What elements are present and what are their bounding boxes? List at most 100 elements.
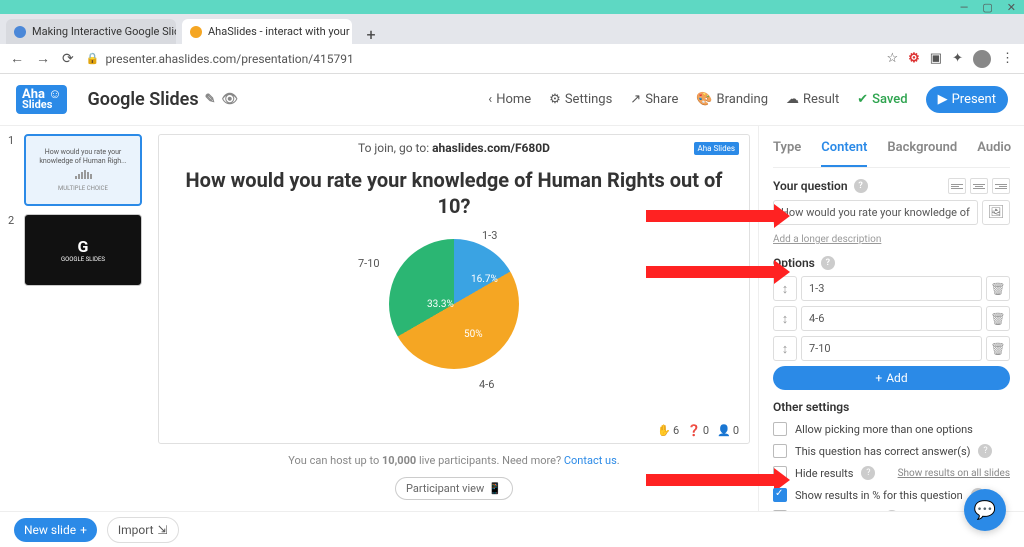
- drag-handle-icon[interactable]: ↕: [773, 336, 797, 361]
- bottom-toolbar: New slide+ Import⇲: [0, 511, 1024, 547]
- image-button[interactable]: 🖼: [982, 200, 1010, 225]
- reload-button[interactable]: ⟳: [62, 51, 74, 67]
- checkbox[interactable]: [773, 444, 787, 458]
- checkbox[interactable]: [773, 422, 787, 436]
- help-icon: ❓: [687, 424, 701, 437]
- phone-icon: 📱: [488, 482, 502, 495]
- slide-thumbnail-2[interactable]: G GOOGLE SLIDES: [24, 214, 142, 286]
- toolbar-icons: ☆ ⚙ ▣ ✦ ⋮: [886, 50, 1014, 68]
- other-settings-label: Other settings: [773, 400, 1010, 414]
- canvas-area: To join, go to: ahaslides.com/F680D Aha …: [150, 126, 758, 511]
- properties-panel: Type Content Background Audio Your quest…: [758, 126, 1024, 511]
- gear-icon: ⚙: [549, 92, 561, 107]
- contact-link[interactable]: Contact us: [564, 454, 617, 467]
- forward-button[interactable]: →: [36, 50, 50, 67]
- help-icon[interactable]: ?: [885, 510, 899, 511]
- questions-count: ❓0: [687, 424, 709, 437]
- option-input[interactable]: [801, 276, 982, 301]
- slide-canvas[interactable]: To join, go to: ahaslides.com/F680D Aha …: [158, 134, 750, 444]
- browser-tab[interactable]: Making Interactive Google Slides ×: [6, 19, 176, 44]
- extensions-icon[interactable]: ✦: [952, 51, 963, 66]
- profile-avatar-icon[interactable]: [973, 50, 991, 68]
- favicon-icon: [14, 26, 26, 38]
- menu-icon[interactable]: ⋮: [1001, 51, 1014, 66]
- browser-tab-active[interactable]: AhaSlides - interact with your au ×: [182, 19, 352, 44]
- help-icon[interactable]: ?: [821, 256, 835, 270]
- delete-option-button[interactable]: 🗑: [986, 336, 1010, 361]
- main-area: 1 How would you rate your knowledge of H…: [0, 126, 1024, 511]
- nav-branding[interactable]: 🎨Branding: [696, 92, 768, 107]
- cloud-icon: ☁: [786, 92, 799, 107]
- annotation-arrow: [646, 474, 776, 486]
- setting-has-correct[interactable]: This question has correct answer(s) ?: [773, 444, 1010, 458]
- slide-thumbnails: 1 How would you rate your knowledge of H…: [0, 126, 150, 511]
- cast-icon[interactable]: ▣: [930, 51, 942, 66]
- annotation-arrow: [646, 266, 776, 278]
- participant-view-button[interactable]: Participant view📱: [395, 477, 513, 500]
- setting-hide-results[interactable]: Hide results ? Show results on all slide…: [773, 466, 1010, 480]
- thumb-number: 1: [8, 134, 18, 206]
- drag-handle-icon[interactable]: ↕: [773, 306, 797, 331]
- setting-allow-multi[interactable]: Allow picking more than one options: [773, 422, 1010, 436]
- options-label: Options ?: [773, 256, 1010, 270]
- add-description-link[interactable]: Add a longer description: [773, 234, 881, 245]
- favicon-icon: [190, 26, 202, 38]
- option-input[interactable]: [801, 306, 982, 331]
- align-left-icon[interactable]: [948, 178, 966, 194]
- chat-fab[interactable]: 💬: [964, 489, 1006, 531]
- thumb-title: How would you rate your knowledge of Hum…: [30, 148, 136, 165]
- pie-category-label: 7-10: [358, 257, 380, 270]
- window-close[interactable]: ✕: [1007, 1, 1016, 14]
- checkbox[interactable]: [773, 510, 787, 511]
- mini-logo: Aha Slides: [694, 142, 739, 155]
- delete-option-button[interactable]: 🗑: [986, 306, 1010, 331]
- new-tab-button[interactable]: +: [358, 25, 384, 44]
- nav-result[interactable]: ☁Result: [786, 92, 839, 107]
- google-icon: G: [78, 237, 89, 256]
- align-center-icon[interactable]: [970, 178, 988, 194]
- presentation-title[interactable]: Google Slides ✎ 👁: [87, 89, 238, 110]
- help-icon[interactable]: ?: [861, 466, 875, 480]
- trash-icon: 🗑: [990, 312, 1005, 326]
- pie-category-label: 4-6: [479, 378, 494, 391]
- show-all-results-link[interactable]: Show results on all slides: [898, 468, 1010, 479]
- extension-badge-icon[interactable]: ⚙: [908, 51, 920, 66]
- play-icon: ▶: [938, 92, 948, 107]
- user-icon: 👤: [717, 424, 731, 437]
- back-button[interactable]: ←: [10, 50, 24, 67]
- panel-tab-audio[interactable]: Audio: [977, 136, 1011, 167]
- palette-icon: 🎨: [696, 92, 712, 107]
- new-slide-button[interactable]: New slide+: [14, 518, 97, 542]
- window-minimize[interactable]: —: [960, 1, 969, 14]
- window-titlebar: — ▢ ✕: [0, 0, 1024, 14]
- option-input[interactable]: [801, 336, 982, 361]
- edit-icon[interactable]: ✎: [205, 92, 216, 107]
- present-button[interactable]: ▶Present: [926, 86, 1008, 113]
- nav-settings[interactable]: ⚙Settings: [549, 92, 612, 107]
- panel-tab-background[interactable]: Background: [887, 136, 957, 167]
- star-icon[interactable]: ☆: [886, 51, 898, 66]
- plus-icon: +: [875, 371, 882, 385]
- panel-tabs: Type Content Background Audio: [773, 136, 1010, 168]
- nav-home[interactable]: ‹Home: [488, 92, 531, 107]
- pie-category-label: 1-3: [482, 229, 497, 242]
- align-right-icon[interactable]: [992, 178, 1010, 194]
- panel-tab-type[interactable]: Type: [773, 136, 801, 167]
- option-row: ↕ 🗑: [773, 276, 1010, 301]
- help-icon[interactable]: ?: [978, 444, 992, 458]
- ahaslides-logo[interactable]: Aha ☺ Slides: [16, 85, 67, 115]
- add-option-button[interactable]: +Add: [773, 366, 1010, 390]
- question-input[interactable]: [773, 200, 978, 225]
- nav-share[interactable]: ↗Share: [630, 92, 678, 107]
- checkbox-checked[interactable]: [773, 488, 787, 502]
- address-bar[interactable]: 🔒 presenter.ahaslides.com/presentation/4…: [86, 52, 875, 66]
- delete-option-button[interactable]: 🗑: [986, 276, 1010, 301]
- panel-tab-content[interactable]: Content: [821, 136, 867, 167]
- import-button[interactable]: Import⇲: [107, 517, 179, 543]
- slide-thumbnail-1[interactable]: How would you rate your knowledge of Hum…: [24, 134, 142, 206]
- help-icon[interactable]: ?: [854, 179, 868, 193]
- join-code: ahaslides.com/F680D: [432, 141, 550, 155]
- window-maximize[interactable]: ▢: [982, 1, 992, 14]
- visibility-icon[interactable]: 👁: [222, 92, 239, 107]
- pie-value-label: 16.7%: [471, 274, 498, 285]
